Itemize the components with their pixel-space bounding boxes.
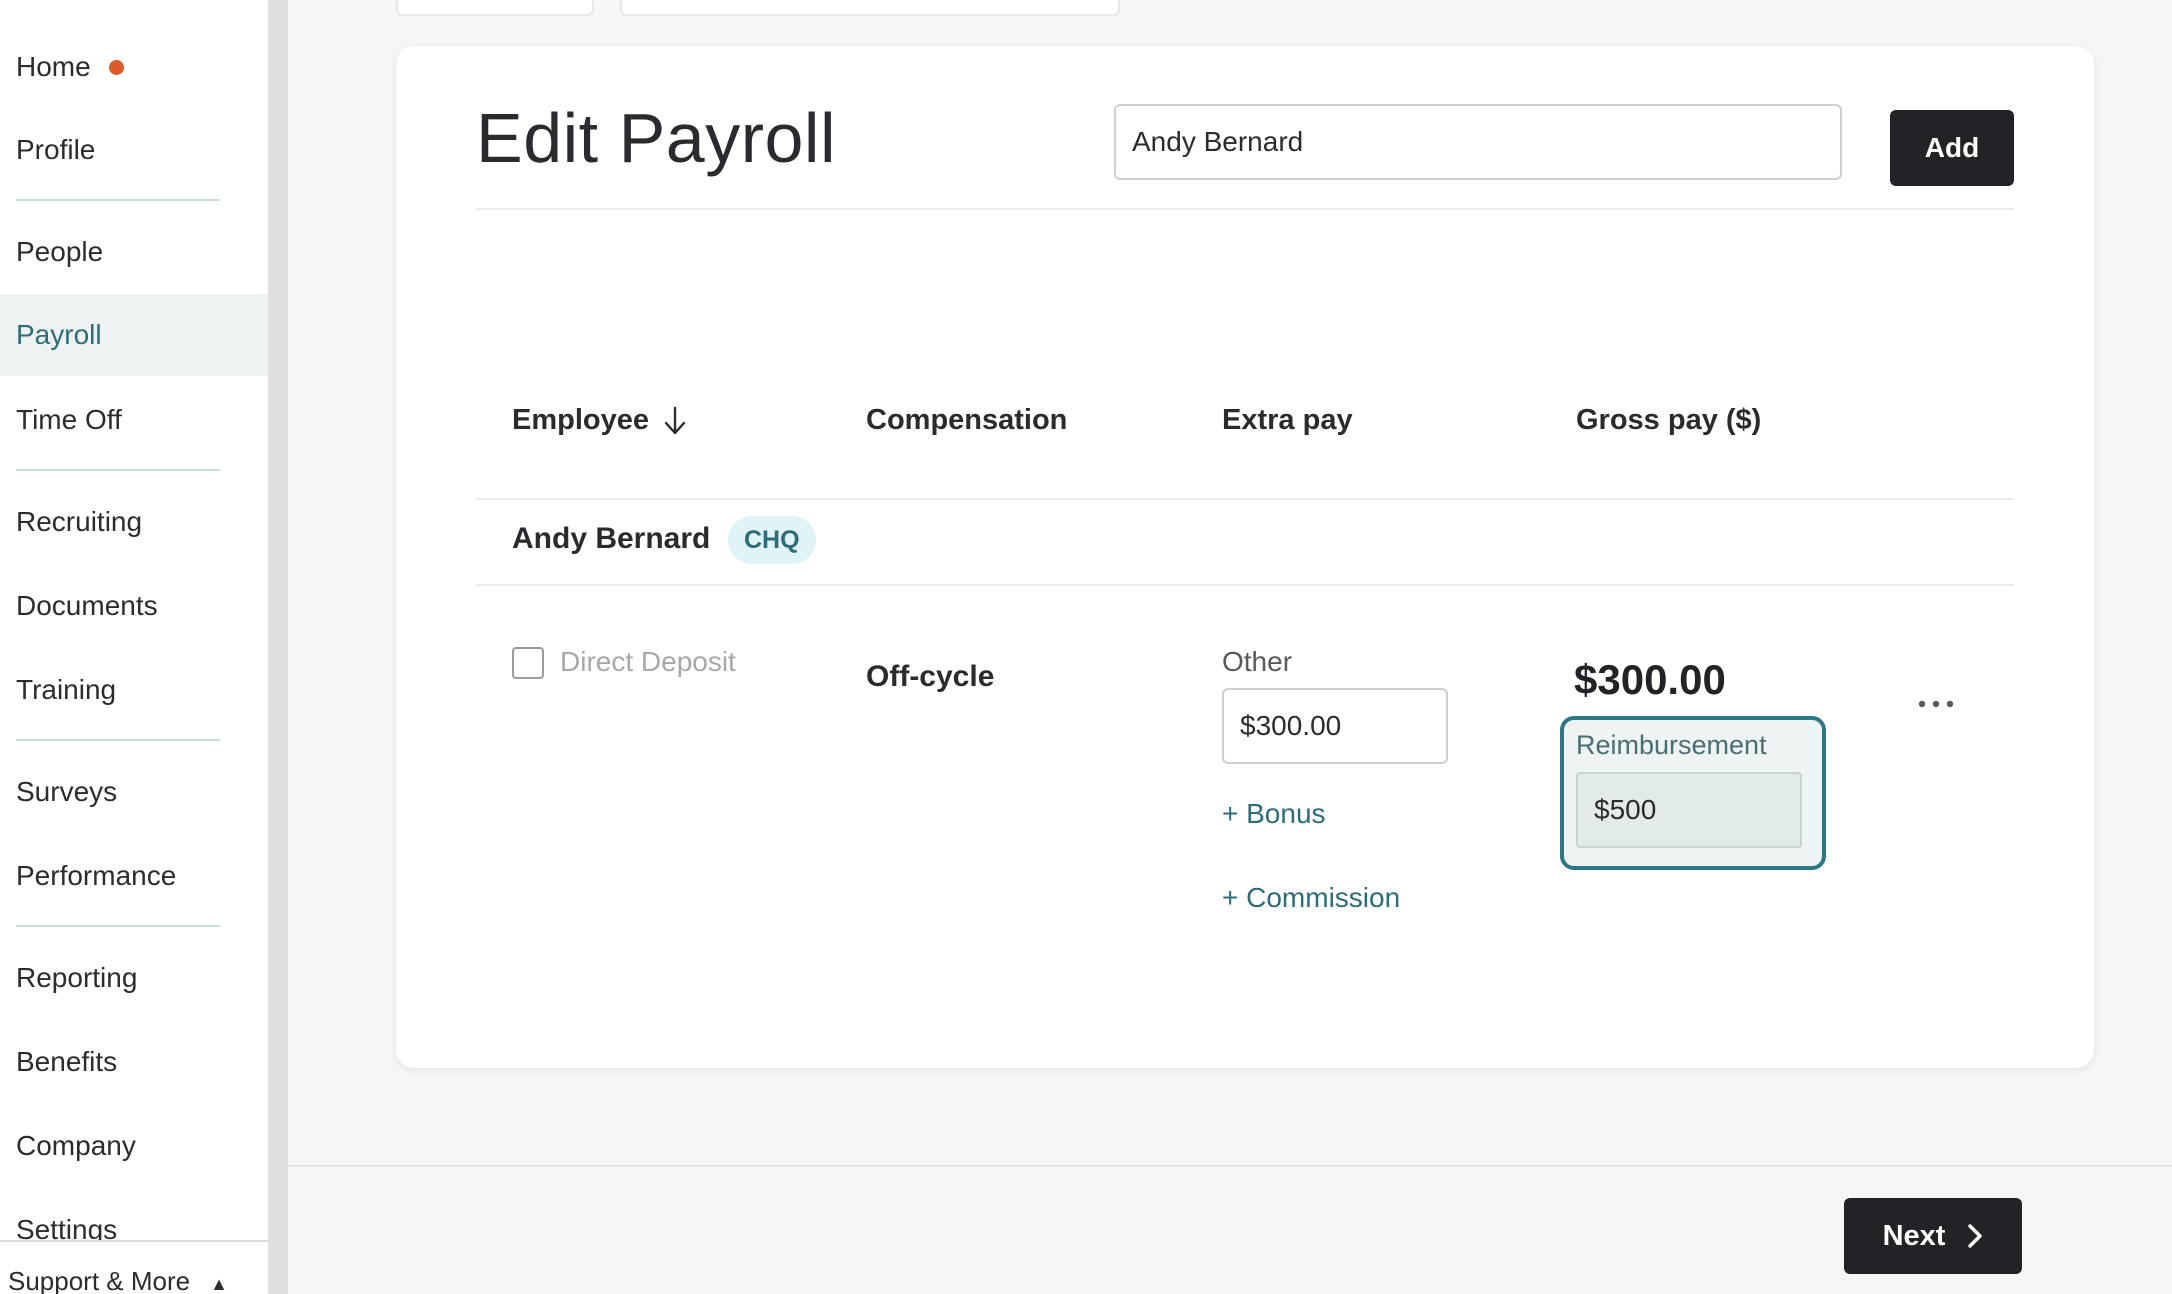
- top-tab[interactable]: [396, 0, 594, 16]
- sidebar-item-label: People: [16, 236, 104, 267]
- sidebar-item-label: Performance: [16, 860, 177, 891]
- sidebar-divider: [16, 925, 220, 927]
- sidebar-scrollbar[interactable]: [268, 0, 288, 1294]
- column-header-label: Compensation: [866, 404, 1068, 436]
- app-root: Home Profile People Payroll Time Off Rec…: [0, 0, 2172, 1294]
- more-options-icon[interactable]: [1916, 696, 1956, 712]
- column-header-gross-pay: Gross pay ($): [1576, 404, 1761, 437]
- sidebar-item-company[interactable]: Company: [0, 1105, 268, 1187]
- gross-pay-value: $300.00: [1574, 656, 1726, 703]
- other-pay-label: Other: [1222, 646, 1293, 677]
- reimbursement-label: Reimbursement: [1576, 730, 1767, 760]
- sidebar-item-label: Reporting: [16, 962, 138, 993]
- sidebar-item-documents[interactable]: Documents: [0, 565, 268, 647]
- add-commission-link[interactable]: + Commission: [1222, 882, 1400, 914]
- column-header-employee[interactable]: Employee: [512, 404, 687, 437]
- sidebar-item-people[interactable]: People: [0, 211, 268, 293]
- reimbursement-field[interactable]: Reimbursement: [1560, 716, 1826, 870]
- direct-deposit-label: Direct Deposit: [560, 646, 736, 677]
- column-header-label: Employee: [512, 404, 649, 436]
- payroll-card: Edit Payroll Add Employee Compensation E…: [396, 46, 2094, 1068]
- pay-method-badge: CHQ: [728, 516, 816, 564]
- support-label: Support & More: [8, 1266, 191, 1294]
- sidebar-item-benefits[interactable]: Benefits: [0, 1021, 268, 1103]
- arrow-down-icon[interactable]: [663, 406, 687, 436]
- top-tab[interactable]: [620, 0, 1120, 16]
- header-divider: [476, 208, 2014, 210]
- sidebar-item-recruiting[interactable]: Recruiting: [0, 481, 268, 563]
- sidebar-item-performance[interactable]: Performance: [0, 835, 268, 917]
- sidebar-item-time-off[interactable]: Time Off: [0, 379, 268, 461]
- reimbursement-input[interactable]: [1576, 772, 1802, 848]
- sidebar-item-home[interactable]: Home: [0, 26, 268, 108]
- employee-search-input[interactable]: [1114, 104, 1842, 180]
- add-button[interactable]: Add: [1890, 110, 2014, 186]
- employee-row-divider: [476, 584, 2014, 586]
- sidebar-item-label: Time Off: [16, 404, 122, 435]
- column-header-label: Extra pay: [1222, 404, 1353, 436]
- footer-divider: [288, 1165, 2172, 1167]
- chevron-right-icon: [1968, 1224, 1983, 1248]
- employee-name: Andy Bernard: [512, 522, 711, 555]
- other-pay-input[interactable]: [1222, 688, 1448, 764]
- column-header-label: Gross pay ($): [1576, 404, 1762, 436]
- sidebar-item-label: Company: [16, 1130, 136, 1161]
- page-title: Edit Payroll: [476, 99, 837, 177]
- sidebar-item-training[interactable]: Training: [0, 649, 268, 731]
- sidebar-item-profile[interactable]: Profile: [0, 109, 268, 191]
- sidebar: Home Profile People Payroll Time Off Rec…: [0, 0, 288, 1294]
- add-bonus-link[interactable]: + Bonus: [1222, 798, 1326, 830]
- sidebar-item-label: Profile: [16, 134, 96, 165]
- sidebar-item-reporting[interactable]: Reporting: [0, 937, 268, 1019]
- sidebar-item-label: Training: [16, 674, 117, 705]
- sidebar-divider: [16, 739, 220, 741]
- sidebar-item-label: Payroll: [16, 319, 102, 350]
- support-menu-button[interactable]: Support & More ▲: [0, 1240, 288, 1294]
- sidebar-item-label: Benefits: [16, 1046, 118, 1077]
- column-header-compensation: Compensation: [866, 404, 1067, 437]
- sidebar-divider: [16, 469, 220, 471]
- sidebar-item-label: Home: [16, 51, 91, 82]
- sidebar-item-label: Surveys: [16, 776, 118, 807]
- compensation-value: Off-cycle: [866, 660, 995, 693]
- next-label: Next: [1882, 1219, 1946, 1252]
- next-button[interactable]: Next: [1844, 1198, 2022, 1274]
- sidebar-item-label: Recruiting: [16, 506, 143, 537]
- column-header-extra-pay: Extra pay: [1222, 404, 1353, 437]
- notification-dot: [108, 59, 124, 75]
- sidebar-item-payroll[interactable]: Payroll: [0, 294, 268, 376]
- sidebar-item-surveys[interactable]: Surveys: [0, 751, 268, 833]
- caret-up-icon: ▲: [210, 1274, 228, 1294]
- table-header-divider: [476, 498, 2014, 500]
- sidebar-divider: [16, 199, 220, 201]
- direct-deposit-checkbox[interactable]: [512, 647, 544, 679]
- sidebar-item-label: Documents: [16, 590, 158, 621]
